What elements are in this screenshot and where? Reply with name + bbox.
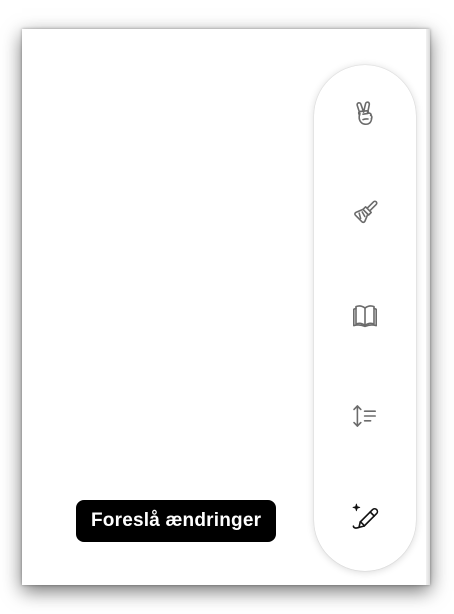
sparkle-pencil-icon — [347, 499, 383, 540]
add-emojis-button[interactable] — [335, 87, 395, 147]
text-length-icon — [347, 398, 383, 439]
adjust-length-button[interactable] — [335, 388, 395, 448]
hand-peace-icon — [347, 97, 383, 138]
paintbrush-icon — [347, 194, 383, 235]
polish-button[interactable] — [335, 184, 395, 244]
window-edge — [426, 29, 430, 585]
writing-tools-toolbar — [314, 65, 416, 571]
tooltip: Foreslå ændringer — [76, 500, 277, 542]
suggest-edits-button[interactable] — [335, 489, 395, 549]
book-open-icon — [347, 297, 383, 338]
reading-level-button[interactable] — [335, 287, 395, 347]
screen: Foreslå ændringer — [0, 0, 454, 614]
tooltip-label: Foreslå ændringer — [91, 510, 262, 531]
